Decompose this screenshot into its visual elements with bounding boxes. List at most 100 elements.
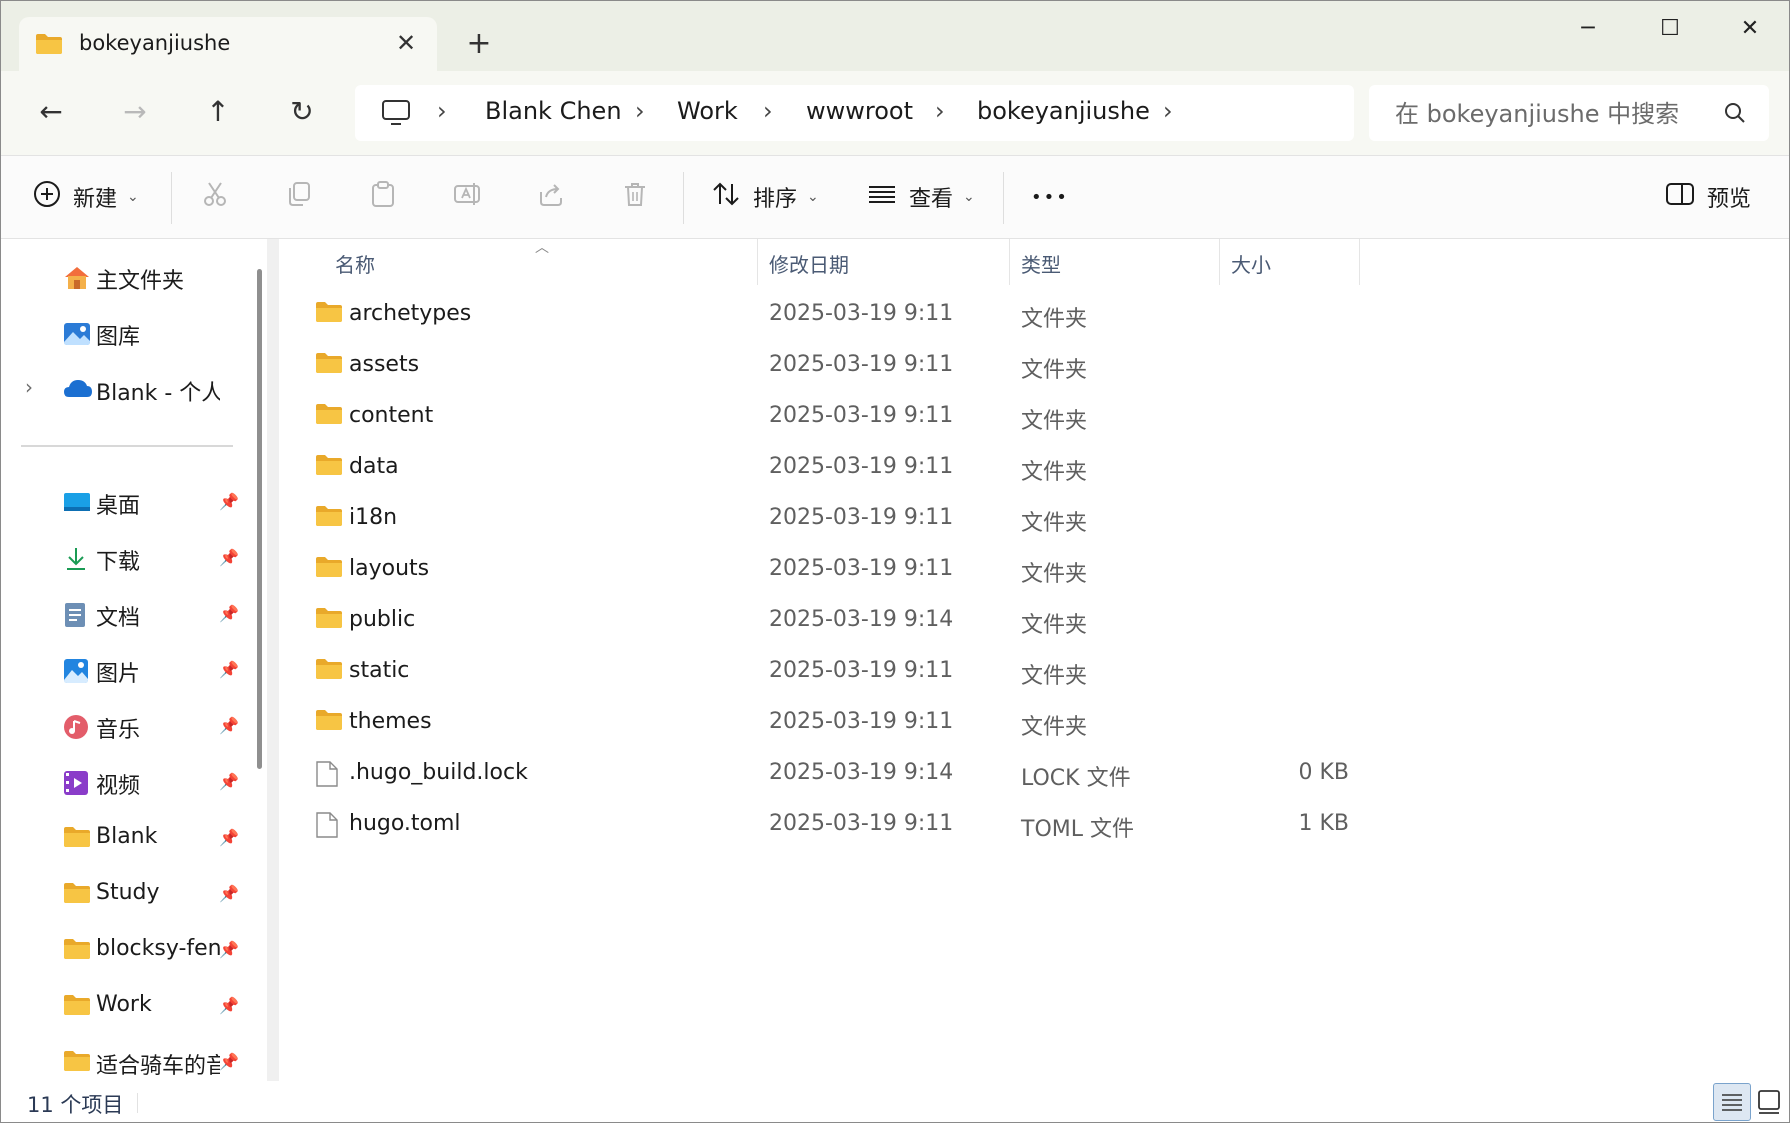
pin-icon[interactable]: 📌 xyxy=(219,940,239,959)
pin-icon[interactable]: 📌 xyxy=(219,660,239,679)
search-box[interactable] xyxy=(1369,85,1769,141)
sidebar-item-home[interactable]: 主文件夹 xyxy=(1,255,263,301)
cut-button[interactable] xyxy=(201,174,229,220)
pin-icon[interactable]: 📌 xyxy=(219,716,239,735)
sidebar-item-label: 下载 xyxy=(96,550,141,575)
file-row[interactable]: static 2025-03-19 9:11 文件夹 xyxy=(279,646,1379,696)
file-icon xyxy=(315,760,339,792)
pin-icon[interactable]: 📌 xyxy=(219,492,239,511)
file-row[interactable]: content 2025-03-19 9:11 文件夹 xyxy=(279,391,1379,441)
back-button[interactable]: ← xyxy=(27,89,75,137)
file-modified-date: 2025-03-19 9:11 xyxy=(769,658,954,683)
file-type: TOML 文件 xyxy=(1021,817,1134,842)
sidebar-item-blocksy-feng[interactable]: blocksy-feng 📌 xyxy=(1,928,263,974)
column-header-modified[interactable]: 修改日期 xyxy=(769,249,969,289)
sort-button-label: 排序 xyxy=(753,187,798,212)
file-size: 1 KB xyxy=(1298,811,1349,836)
large-icons-view-button[interactable] xyxy=(1751,1083,1787,1119)
pin-icon[interactable]: 📌 xyxy=(219,828,239,847)
expand-chevron-icon[interactable]: › xyxy=(25,375,33,399)
file-row[interactable]: layouts 2025-03-19 9:11 文件夹 xyxy=(279,544,1379,594)
column-header-size-label: 大小 xyxy=(1231,253,1271,277)
sidebar-item-onedrive[interactable]: › Blank - 个人 xyxy=(1,367,263,413)
breadcrumb-separator[interactable]: › xyxy=(635,97,645,125)
paste-button[interactable] xyxy=(369,174,397,220)
column-header-size[interactable]: 大小 xyxy=(1231,249,1351,289)
more-options-button[interactable]: ••• xyxy=(1031,174,1069,220)
sidebar-scrollbar[interactable] xyxy=(257,269,262,769)
sidebar-item-videos[interactable]: 视频 📌 xyxy=(1,760,263,806)
column-header-name[interactable]: 名称 xyxy=(335,249,535,289)
file-row[interactable]: assets 2025-03-19 9:11 文件夹 xyxy=(279,340,1379,390)
pane-splitter[interactable] xyxy=(267,239,279,1081)
tab-bokeyanjiushe[interactable]: bokeyanjiushe ✕ xyxy=(19,17,437,71)
close-window-button[interactable]: ✕ xyxy=(1715,9,1785,49)
file-row[interactable]: data 2025-03-19 9:11 文件夹 xyxy=(279,442,1379,492)
file-row[interactable]: themes 2025-03-19 9:11 文件夹 xyxy=(279,697,1379,747)
sidebar-item-label: 音乐 xyxy=(96,718,141,743)
minimize-button[interactable]: ─ xyxy=(1553,9,1623,49)
breadcrumb-separator[interactable]: › xyxy=(763,97,773,125)
search-icon[interactable] xyxy=(1723,101,1747,129)
sidebar-item-gallery[interactable]: 图库 xyxy=(1,311,263,357)
up-button[interactable]: ↑ xyxy=(194,89,242,137)
delete-button[interactable] xyxy=(621,174,649,220)
tab-close-button[interactable]: ✕ xyxy=(389,27,423,61)
navigation-pane: 主文件夹 图库 › Blank - 个人 桌面 📌 下载 📌 文档 📌 图片 📌… xyxy=(1,239,277,1081)
copy-button[interactable] xyxy=(285,174,313,220)
sidebar-item-work[interactable]: Work 📌 xyxy=(1,984,263,1030)
share-button[interactable] xyxy=(537,174,565,220)
sort-button[interactable]: 排序 ⌄ xyxy=(711,174,819,220)
column-divider[interactable] xyxy=(757,239,758,285)
sidebar-item-cycling-music[interactable]: 适合骑车的音 📌 xyxy=(1,1040,263,1086)
sidebar-item-documents[interactable]: 文档 📌 xyxy=(1,592,263,638)
sidebar-item-study[interactable]: Study 📌 xyxy=(1,872,263,918)
pin-icon[interactable]: 📌 xyxy=(219,1052,239,1071)
sidebar-item-label: blocksy-feng xyxy=(96,936,220,961)
forward-button[interactable]: → xyxy=(111,89,159,137)
file-row[interactable]: hugo.toml 2025-03-19 9:11 TOML 文件 1 KB xyxy=(279,799,1379,849)
new-tab-button[interactable]: + xyxy=(461,27,497,63)
view-button[interactable]: 查看 ⌄ xyxy=(867,174,975,220)
search-input[interactable] xyxy=(1393,97,1717,131)
preview-pane-button[interactable]: 预览 xyxy=(1665,174,1751,220)
file-row[interactable]: archetypes 2025-03-19 9:11 文件夹 xyxy=(279,289,1379,339)
download-icon xyxy=(63,546,89,572)
pin-icon[interactable]: 📌 xyxy=(219,996,239,1015)
column-header-type[interactable]: 类型 xyxy=(1021,249,1181,289)
sidebar-item-music[interactable]: 音乐 📌 xyxy=(1,704,263,750)
pin-icon[interactable]: 📌 xyxy=(219,772,239,791)
sidebar-item-downloads[interactable]: 下载 📌 xyxy=(1,536,263,582)
breadcrumb-work[interactable]: Work xyxy=(677,97,738,125)
column-divider[interactable] xyxy=(1359,239,1360,285)
breadcrumb-blank-chen[interactable]: Blank Chen xyxy=(485,97,622,125)
toolbar-divider xyxy=(683,172,684,224)
breadcrumb-separator[interactable]: › xyxy=(437,97,447,125)
pin-icon[interactable]: 📌 xyxy=(219,884,239,903)
navigation-bar: ← → ↑ ↻ › Blank Chen › Work › wwwroot › … xyxy=(1,71,1789,156)
sidebar-item-blank[interactable]: Blank 📌 xyxy=(1,816,263,862)
file-row[interactable]: .hugo_build.lock 2025-03-19 9:14 LOCK 文件 0 … xyxy=(279,748,1379,798)
pin-icon[interactable]: 📌 xyxy=(219,548,239,567)
sidebar-item-pictures[interactable]: 图片 📌 xyxy=(1,648,263,694)
file-row[interactable]: i18n 2025-03-19 9:11 文件夹 xyxy=(279,493,1379,543)
file-row[interactable]: public 2025-03-19 9:14 文件夹 xyxy=(279,595,1379,645)
maximize-button[interactable]: ☐ xyxy=(1635,9,1705,49)
address-bar[interactable]: › Blank Chen › Work › wwwroot › bokeyanj… xyxy=(355,85,1354,141)
column-divider[interactable] xyxy=(1219,239,1220,285)
column-divider[interactable] xyxy=(1009,239,1010,285)
new-button[interactable]: 新建 ⌄ xyxy=(33,174,139,220)
file-modified-date: 2025-03-19 9:11 xyxy=(769,403,954,428)
breadcrumb-separator[interactable]: › xyxy=(1163,97,1173,125)
refresh-button[interactable]: ↻ xyxy=(278,89,326,137)
rename-button[interactable] xyxy=(453,174,483,220)
breadcrumb-separator[interactable]: › xyxy=(935,97,945,125)
computer-icon[interactable] xyxy=(381,99,411,131)
breadcrumb-wwwroot[interactable]: wwwroot xyxy=(806,97,913,125)
breadcrumb-bokeyanjiushe[interactable]: bokeyanjiushe xyxy=(977,97,1150,125)
column-header-type-label: 类型 xyxy=(1021,253,1061,277)
pin-icon[interactable]: 📌 xyxy=(219,604,239,623)
file-name: content xyxy=(349,403,434,428)
sidebar-item-desktop[interactable]: 桌面 📌 xyxy=(1,480,263,526)
details-view-button[interactable] xyxy=(1713,1083,1751,1121)
